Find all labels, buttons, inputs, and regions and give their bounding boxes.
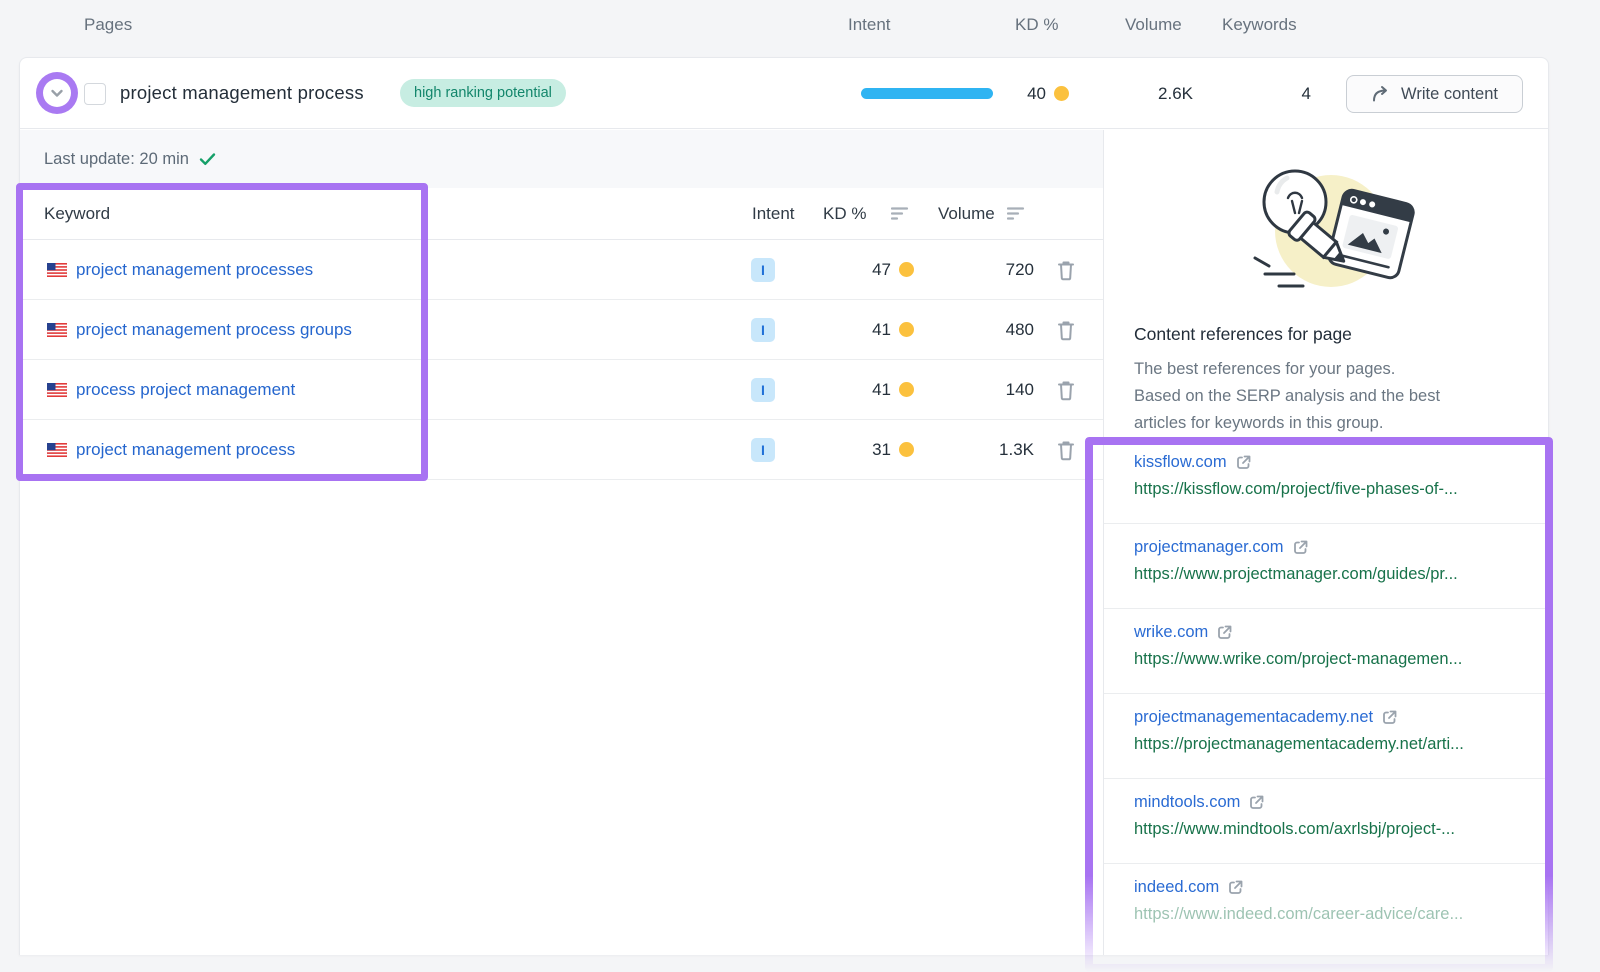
intent-badge: I [751,378,775,402]
reference-domain-link[interactable]: projectmanagementacademy.net [1134,708,1398,727]
external-link-icon [1216,624,1233,641]
intent-badge: I [751,438,775,462]
us-flag-icon [47,263,67,277]
references-description: The best references for your pages. Base… [1134,356,1440,437]
last-update-text: Last update: 20 min [44,150,189,169]
keyword-link[interactable]: project management processes [76,260,313,280]
keywords-pane: Last update: 20 min Keyword Intent KD % … [20,130,1103,955]
reference-url: https://projectmanagementacademy.net/art… [1134,735,1548,754]
reference-item: projectmanager.com https://www.projectma… [1104,524,1548,609]
page-kd-value: 40 [986,84,1046,104]
reference-item: mindtools.com https://www.mindtools.com/… [1104,779,1548,864]
last-update-bar: Last update: 20 min [20,130,1103,188]
reference-url: https://kissflow.com/project/five-phases… [1134,480,1548,499]
trash-icon[interactable] [1056,379,1076,401]
kd-value: 31 [872,440,891,460]
us-flag-icon [47,383,67,397]
reference-url: https://www.mindtools.com/axrlsbj/projec… [1134,820,1548,839]
trash-icon[interactable] [1056,319,1076,341]
keyword-row: project management processes I 47 720 [20,240,1103,300]
volume-value: 1.3K [999,440,1034,460]
ranking-potential-badge: high ranking potential [400,79,566,107]
keyword-row: process project management I 41 140 [20,360,1103,420]
page-group-card: project management process high ranking … [19,57,1549,955]
checkmark-icon [199,152,216,166]
external-link-icon [1227,879,1244,896]
forward-arrow-icon [1371,85,1391,103]
kd-difficulty-dot [899,322,914,340]
page-keywords-count: 4 [1251,84,1311,104]
chevron-down-icon [43,79,71,107]
reference-domain-link[interactable]: kissflow.com [1134,453,1252,472]
us-flag-icon [47,443,67,457]
collapse-row-button[interactable] [36,72,78,114]
reference-domain-link[interactable]: mindtools.com [1134,793,1265,812]
volume-header: Volume [938,204,995,224]
intent-column-label: Intent [848,15,891,35]
intent-badge: I [751,258,775,282]
volume-sort-icon[interactable] [1007,207,1025,221]
page-volume-value: 2.6K [1113,84,1193,104]
kd-value: 41 [872,320,891,340]
kd-difficulty-dot [899,262,914,280]
kd-sort-icon[interactable] [891,207,909,221]
external-link-icon [1292,539,1309,556]
kd-header: KD % [823,204,866,224]
us-flag-icon [47,323,67,337]
reference-url: https://www.wrike.com/project-managemen.… [1134,650,1548,669]
keyword-row: project management process I 31 1.3K [20,420,1103,480]
pages-column-label: Pages [84,15,132,35]
volume-value: 720 [1006,260,1034,280]
keyword-table-header: Keyword Intent KD % Volume [20,188,1103,240]
keyword-row: project management process groups I 41 4… [20,300,1103,360]
references-list: kissflow.com https://kissflow.com/projec… [1104,439,1548,949]
references-title: Content references for page [1134,324,1352,345]
trash-icon[interactable] [1056,259,1076,281]
kd-value: 47 [872,260,891,280]
trash-icon[interactable] [1056,439,1076,461]
page-row: project management process high ranking … [20,58,1548,129]
keyword-link[interactable]: project management process groups [76,320,352,340]
reference-item: indeed.com https://www.indeed.com/career… [1104,864,1548,949]
volume-column-label: Volume [1125,15,1182,35]
kd-difficulty-dot [1054,86,1069,104]
content-references-panel: Content references for page The best ref… [1103,130,1548,955]
page-title: project management process [120,82,364,104]
volume-value: 480 [1006,320,1034,340]
intent-badge: I [751,318,775,342]
content-references-illustration [1211,156,1441,306]
row-checkbox[interactable] [84,83,106,105]
external-link-icon [1248,794,1265,811]
external-link-icon [1381,709,1398,726]
reference-domain-link[interactable]: wrike.com [1134,623,1233,642]
kd-column-label: KD % [1015,15,1058,35]
intent-header: Intent [752,204,795,224]
keywords-column-label: Keywords [1222,15,1297,35]
volume-value: 140 [1006,380,1034,400]
kd-difficulty-dot [899,382,914,400]
keyword-link[interactable]: project management process [76,440,295,460]
reference-url: https://www.indeed.com/career-advice/car… [1134,905,1548,924]
reference-domain-link[interactable]: projectmanager.com [1134,538,1309,557]
external-link-icon [1235,454,1252,471]
intent-bar [861,88,993,99]
kd-difficulty-dot [899,442,914,460]
keyword-header: Keyword [44,204,110,224]
reference-url: https://www.projectmanager.com/guides/pr… [1134,565,1548,584]
keyword-link[interactable]: process project management [76,380,295,400]
kd-value: 41 [872,380,891,400]
reference-item: projectmanagementacademy.net https://pro… [1104,694,1548,779]
write-content-button[interactable]: Write content [1346,75,1523,113]
reference-item: wrike.com https://www.wrike.com/project-… [1104,609,1548,694]
reference-item: kissflow.com https://kissflow.com/projec… [1104,439,1548,524]
reference-domain-link[interactable]: indeed.com [1134,878,1244,897]
